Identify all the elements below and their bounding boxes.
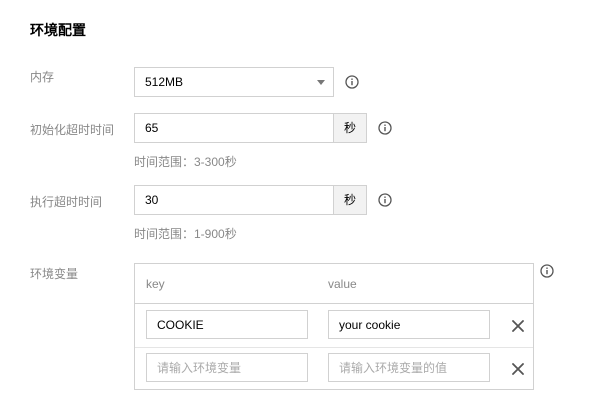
- init-timeout-hint: 时间范围：3-300秒: [134, 155, 237, 169]
- env-value-input[interactable]: [328, 353, 490, 382]
- info-icon[interactable]: [378, 193, 392, 207]
- init-timeout-unit: 秒: [333, 113, 367, 143]
- exec-timeout-label: 执行超时时间: [30, 195, 103, 209]
- exec-timeout-unit: 秒: [333, 185, 367, 215]
- close-icon[interactable]: [512, 320, 524, 332]
- memory-select-value: 512MB: [145, 75, 184, 89]
- close-icon[interactable]: [512, 363, 524, 375]
- memory-select[interactable]: 512MB: [134, 67, 334, 97]
- info-icon[interactable]: [378, 121, 392, 135]
- init-timeout-label: 初始化超时时间: [30, 123, 115, 137]
- env-vars-header: key value: [135, 264, 533, 304]
- env-key-input[interactable]: [146, 310, 308, 339]
- info-icon[interactable]: [540, 264, 554, 278]
- env-key-input[interactable]: [146, 353, 308, 382]
- column-header-key: key: [146, 277, 165, 291]
- exec-timeout-input[interactable]: [134, 185, 334, 215]
- exec-timeout-hint: 时间范围：1-900秒: [134, 227, 237, 241]
- env-vars-table: key value: [134, 263, 534, 390]
- chevron-down-icon: [317, 80, 325, 85]
- init-timeout-input[interactable]: [134, 113, 334, 143]
- env-value-input[interactable]: [328, 310, 490, 339]
- column-header-value: value: [328, 277, 357, 291]
- env-vars-label: 环境变量: [30, 267, 79, 281]
- info-icon[interactable]: [345, 75, 359, 89]
- memory-label: 内存: [30, 70, 55, 84]
- row-divider: [135, 347, 533, 348]
- section-title: 环境配置: [30, 22, 86, 38]
